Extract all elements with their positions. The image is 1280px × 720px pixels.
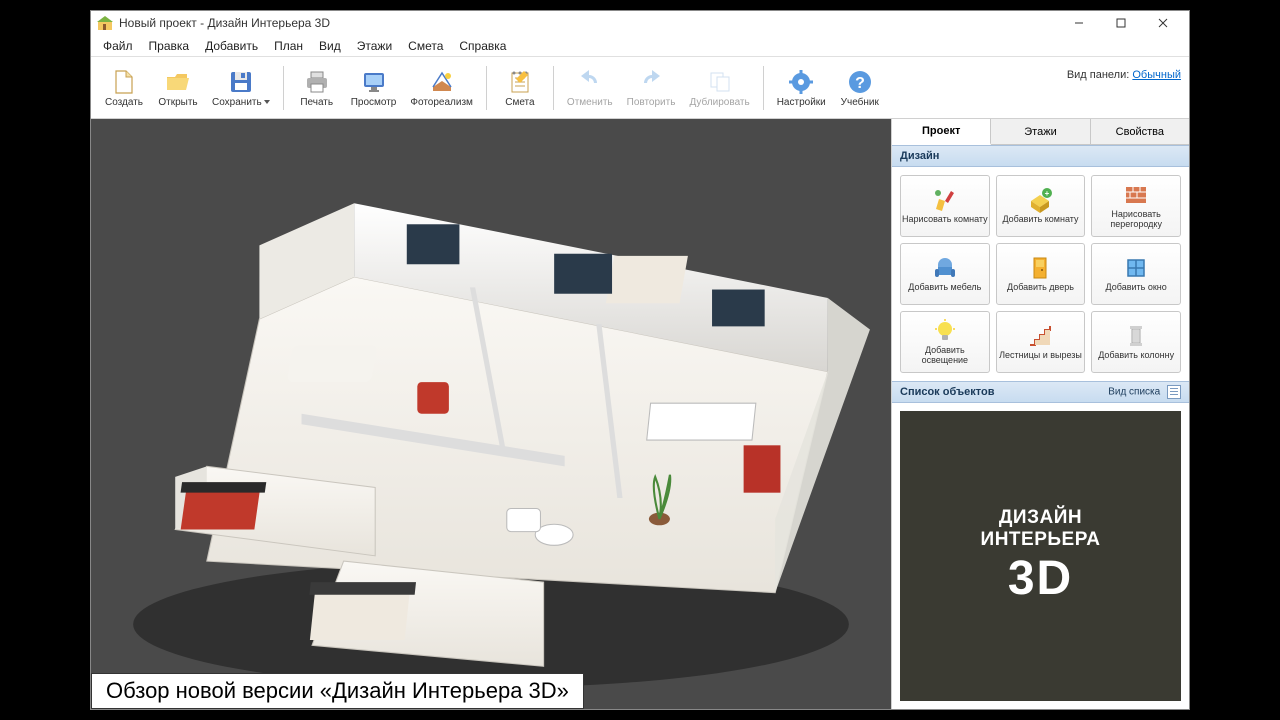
add-room-icon: + (1027, 187, 1053, 213)
add-lighting-button[interactable]: Добавить освещение (900, 311, 990, 373)
add-furniture-button[interactable]: Добавить мебель (900, 243, 990, 305)
save-icon (227, 68, 255, 96)
add-window-button[interactable]: Добавить окно (1091, 243, 1181, 305)
pencil-room-icon (932, 187, 958, 213)
panel-type-link[interactable]: Обычный (1132, 69, 1181, 81)
menu-estimate[interactable]: Смета (400, 37, 451, 55)
photorealism-button[interactable]: Фотореализм (405, 65, 478, 111)
save-button[interactable]: Сохранить (207, 65, 275, 111)
close-button[interactable] (1143, 13, 1183, 33)
design-section-header: Дизайн (892, 145, 1189, 167)
window-icon (1123, 255, 1149, 281)
toolbar: Создать Открыть Сохранить Печать Просмот… (91, 57, 1189, 119)
printer-icon (303, 68, 331, 96)
minimize-button[interactable] (1059, 13, 1099, 33)
redo-icon (637, 68, 665, 96)
menubar: Файл Правка Добавить План Вид Этажи Смет… (91, 35, 1189, 57)
menu-plan[interactable]: План (266, 37, 311, 55)
undo-button: Отменить (562, 65, 618, 111)
stairs-icon (1027, 323, 1053, 349)
draw-room-button[interactable]: Нарисовать комнату (900, 175, 990, 237)
lightbulb-icon (932, 318, 958, 344)
help-icon: ? (846, 68, 874, 96)
menu-edit[interactable]: Правка (141, 37, 198, 55)
menu-add[interactable]: Добавить (197, 37, 266, 55)
new-file-icon (110, 68, 138, 96)
folder-open-icon (164, 68, 192, 96)
promo-banner: ДИЗАЙН ИНТЕРЬЕРА 3D (900, 411, 1181, 701)
open-button[interactable]: Открыть (153, 65, 203, 111)
maximize-button[interactable] (1101, 13, 1141, 33)
objects-section-header: Список объектов Вид списка (892, 381, 1189, 403)
tab-properties[interactable]: Свойства (1091, 119, 1189, 144)
view-list-link[interactable]: Вид списка (1108, 385, 1181, 399)
list-view-icon (1167, 385, 1181, 399)
tab-floors[interactable]: Этажи (991, 119, 1090, 144)
add-door-button[interactable]: Добавить дверь (996, 243, 1086, 305)
stairs-cutouts-button[interactable]: Лестницы и вырезы (996, 311, 1086, 373)
undo-icon (576, 68, 604, 96)
duplicate-icon (706, 68, 734, 96)
floorplan-render (91, 119, 891, 708)
svg-text:+: + (1045, 189, 1050, 198)
redo-button: Повторить (622, 65, 681, 111)
add-column-button[interactable]: Добавить колонну (1091, 311, 1181, 373)
overlay-caption: Обзор новой версии «Дизайн Интерьера 3D» (91, 673, 584, 709)
tab-project[interactable]: Проект (892, 119, 991, 145)
add-room-button[interactable]: + Добавить комнату (996, 175, 1086, 237)
3d-viewport[interactable]: Обзор новой версии «Дизайн Интерьера 3D» (91, 119, 891, 709)
preview-button[interactable]: Просмотр (346, 65, 402, 111)
object-list-area: ДИЗАЙН ИНТЕРЬЕРА 3D (892, 403, 1189, 709)
svg-text:?: ? (855, 75, 865, 92)
brick-wall-icon (1123, 182, 1149, 208)
armchair-icon (932, 255, 958, 281)
draw-partition-button[interactable]: Нарисовать перегородку (1091, 175, 1181, 237)
tutorial-button[interactable]: ? Учебник (835, 65, 885, 111)
settings-button[interactable]: Настройки (772, 65, 831, 111)
estimate-button[interactable]: Смета (495, 65, 545, 111)
panel-type-selector: Вид панели: Обычный (1067, 69, 1181, 81)
sidebar-tabs: Проект Этажи Свойства (892, 119, 1189, 145)
menu-view[interactable]: Вид (311, 37, 349, 55)
sidebar: Проект Этажи Свойства Дизайн Нарисовать … (891, 119, 1189, 709)
menu-file[interactable]: Файл (95, 37, 141, 55)
menu-floors[interactable]: Этажи (349, 37, 400, 55)
app-icon (97, 15, 113, 31)
design-tools-grid: Нарисовать комнату + Добавить комнату На… (892, 167, 1189, 381)
menu-help[interactable]: Справка (451, 37, 514, 55)
chevron-down-icon (264, 100, 270, 104)
duplicate-button: Дублировать (684, 65, 754, 111)
window-title: Новый проект - Дизайн Интерьера 3D (119, 16, 1059, 30)
titlebar: Новый проект - Дизайн Интерьера 3D (91, 11, 1189, 35)
gear-icon (787, 68, 815, 96)
app-window: Новый проект - Дизайн Интерьера 3D Файл … (90, 10, 1190, 710)
monitor-icon (360, 68, 388, 96)
render-icon (428, 68, 456, 96)
workspace: Обзор новой версии «Дизайн Интерьера 3D»… (91, 119, 1189, 709)
notepad-icon (506, 68, 534, 96)
column-icon (1123, 323, 1149, 349)
door-icon (1027, 255, 1053, 281)
create-button[interactable]: Создать (99, 65, 149, 111)
print-button[interactable]: Печать (292, 65, 342, 111)
